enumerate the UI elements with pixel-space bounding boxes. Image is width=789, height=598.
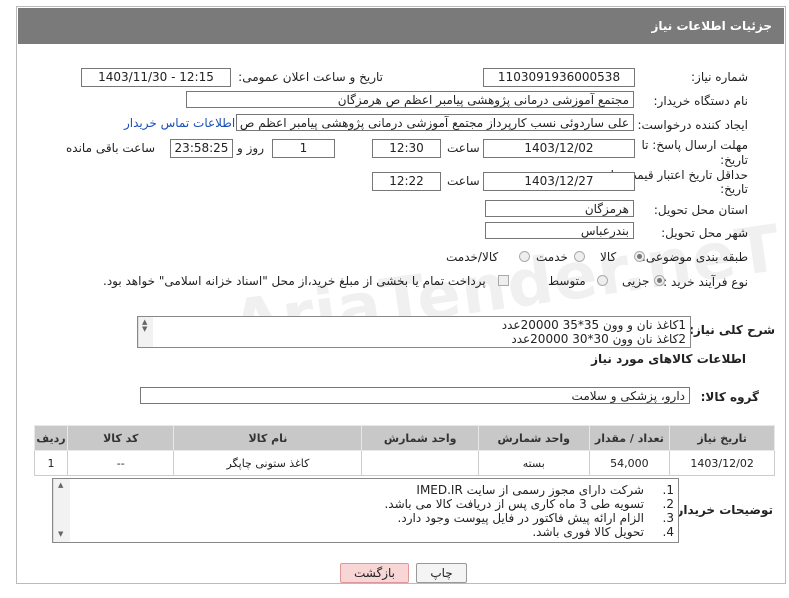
page-title: جزئیات اطلاعات نیاز bbox=[651, 19, 772, 33]
category-option-both: کالا/خدمت bbox=[446, 250, 499, 264]
panel-header: جزئیات اطلاعات نیاز bbox=[18, 8, 784, 44]
notes-scroll-up-icon[interactable]: ▲ bbox=[58, 482, 63, 489]
validity-time-label: ساعت bbox=[447, 174, 480, 188]
payment-note: پرداخت تمام یا بخشی از مبلغ خرید،از محل … bbox=[103, 274, 486, 288]
cell-date: 1403/12/02 bbox=[669, 450, 775, 476]
notes-scrollbar[interactable]: ▲ ▼ bbox=[53, 479, 70, 542]
description-scrollbar[interactable]: ▲ ▼ bbox=[138, 317, 153, 347]
note-item-2: تسویه طی 3 ماه کاری پس از دریافت کالا می… bbox=[384, 497, 644, 511]
goods-table: تاریخ نیاز تعداد / مقدار واحد شمارش واحد… bbox=[33, 425, 775, 476]
category-label: طبقه بندی موضوعی: bbox=[641, 250, 748, 264]
deadline-time-field: 12:30 bbox=[372, 139, 441, 158]
validity-label-date: تاریخ: bbox=[720, 182, 748, 196]
days-label: روز و bbox=[237, 141, 264, 155]
process-option-medium: متوسط bbox=[548, 274, 586, 288]
deadline-label-date: تاریخ: bbox=[720, 153, 748, 167]
col-date: تاریخ نیاز bbox=[669, 425, 775, 451]
goods-table-header: تاریخ نیاز تعداد / مقدار واحد شمارش واحد… bbox=[33, 425, 775, 451]
announce-field: 1403/11/30 - 12:15 bbox=[81, 68, 231, 87]
col-unit2: واحد شمارش bbox=[361, 425, 479, 451]
description-line-2: 2کاغذ نان وون 30*30 20000عدد bbox=[511, 332, 686, 346]
back-button[interactable]: بازگشت bbox=[340, 563, 409, 583]
note-number-3: 3. bbox=[662, 511, 674, 525]
category-radio-goods[interactable] bbox=[634, 251, 645, 262]
table-row[interactable]: 1403/12/02 54,000 بسته کاغذ ستونی چاپگر … bbox=[33, 450, 775, 476]
note-number-2: 2. bbox=[662, 497, 674, 511]
cell-qty: 54,000 bbox=[588, 450, 671, 476]
process-radio-partial[interactable] bbox=[654, 275, 665, 286]
note-item-4: تحویل کالا فوری باشد. bbox=[532, 525, 644, 539]
buyer-notes-label: توضیحات خریدار: bbox=[671, 503, 773, 517]
province-field: هرمزگان bbox=[485, 200, 634, 217]
col-name: نام کالا bbox=[173, 425, 363, 451]
deadline-label: مهلت ارسال پاسخ: تا bbox=[641, 138, 748, 152]
cell-unit: بسته bbox=[477, 450, 590, 476]
remaining-label: ساعت باقی مانده bbox=[66, 141, 156, 155]
city-label: شهر محل تحویل: bbox=[661, 226, 748, 240]
description-label: شرح کلی نیاز: bbox=[689, 323, 775, 337]
cell-row: 1 bbox=[33, 450, 69, 476]
need-number-field: 1103091936000538 bbox=[483, 68, 635, 87]
validity-date-field: 1403/12/27 bbox=[483, 172, 635, 191]
category-radio-both[interactable] bbox=[519, 251, 530, 262]
goods-section-title: اطلاعات کالاهای مورد نیاز bbox=[591, 352, 746, 366]
goods-group-label: گروه کالا: bbox=[700, 390, 759, 404]
process-label: نوع فرآیند خرید : bbox=[663, 275, 748, 289]
col-code: کد کالا bbox=[67, 425, 175, 451]
note-item-3: الزام ارائه پیش فاکتور در فایل پیوست وجو… bbox=[397, 511, 644, 525]
buyer-org-field: مجتمع آموزشی درمانی پژوهشی پیامبر اعظم ص… bbox=[186, 91, 634, 108]
notes-scroll-down-icon[interactable]: ▼ bbox=[58, 531, 63, 538]
need-number-label: شماره نیاز: bbox=[691, 70, 748, 84]
days-field: 1 bbox=[272, 139, 335, 158]
cell-empty bbox=[361, 450, 479, 476]
remaining-time-field: 23:58:25 bbox=[170, 139, 233, 158]
creator-field: علی ساردوئی نسب کارپرداز مجتمع آموزشی در… bbox=[236, 114, 634, 131]
note-number-1: 1. bbox=[662, 483, 674, 497]
buyer-notes-textarea[interactable]: 1. 2. 3. 4. شرکت دارای مجوز رسمی از سایت… bbox=[52, 478, 679, 543]
validity-time-field: 12:22 bbox=[372, 172, 441, 191]
city-field: بندرعباس bbox=[485, 222, 634, 239]
goods-group-field: دارو، پزشکی و سلامت bbox=[140, 387, 690, 404]
contact-buyer-link[interactable]: اطلاعات تماس خریدار bbox=[124, 116, 235, 130]
category-radio-service[interactable] bbox=[574, 251, 585, 262]
announce-label: تاریخ و ساعت اعلان عمومی: bbox=[238, 70, 383, 84]
buyer-org-label: نام دستگاه خریدار: bbox=[653, 94, 749, 108]
creator-label: ایجاد کننده درخواست: bbox=[637, 118, 748, 132]
description-textarea[interactable]: 1کاغذ نان و وون 35*35 20000عدد 2کاغذ نان… bbox=[137, 316, 691, 348]
payment-checkbox[interactable] bbox=[498, 275, 509, 286]
deadline-date-field: 1403/12/02 bbox=[483, 139, 635, 158]
note-item-1: شرکت دارای مجوز رسمی از سایت IMED.IR bbox=[416, 483, 644, 497]
note-number-4: 4. bbox=[662, 525, 674, 539]
province-label: استان محل تحویل: bbox=[653, 203, 748, 217]
description-line-1: 1کاغذ نان و وون 35*35 20000عدد bbox=[501, 318, 686, 332]
col-unit: واحد شمارش bbox=[477, 425, 590, 451]
scroll-down-icon[interactable]: ▼ bbox=[142, 326, 147, 333]
category-option-service: خدمت bbox=[536, 250, 568, 264]
process-radio-medium[interactable] bbox=[597, 275, 608, 286]
deadline-time-label: ساعت bbox=[447, 141, 480, 155]
cell-name: کاغذ ستونی چاپگر bbox=[173, 450, 363, 476]
col-row: ردیف bbox=[33, 425, 69, 451]
col-qty: تعداد / مقدار bbox=[588, 425, 671, 451]
process-option-partial: جزیی bbox=[622, 274, 650, 288]
print-button[interactable]: چاپ bbox=[416, 563, 467, 583]
cell-code: -- bbox=[67, 450, 175, 476]
category-option-goods: کالا bbox=[600, 250, 617, 264]
